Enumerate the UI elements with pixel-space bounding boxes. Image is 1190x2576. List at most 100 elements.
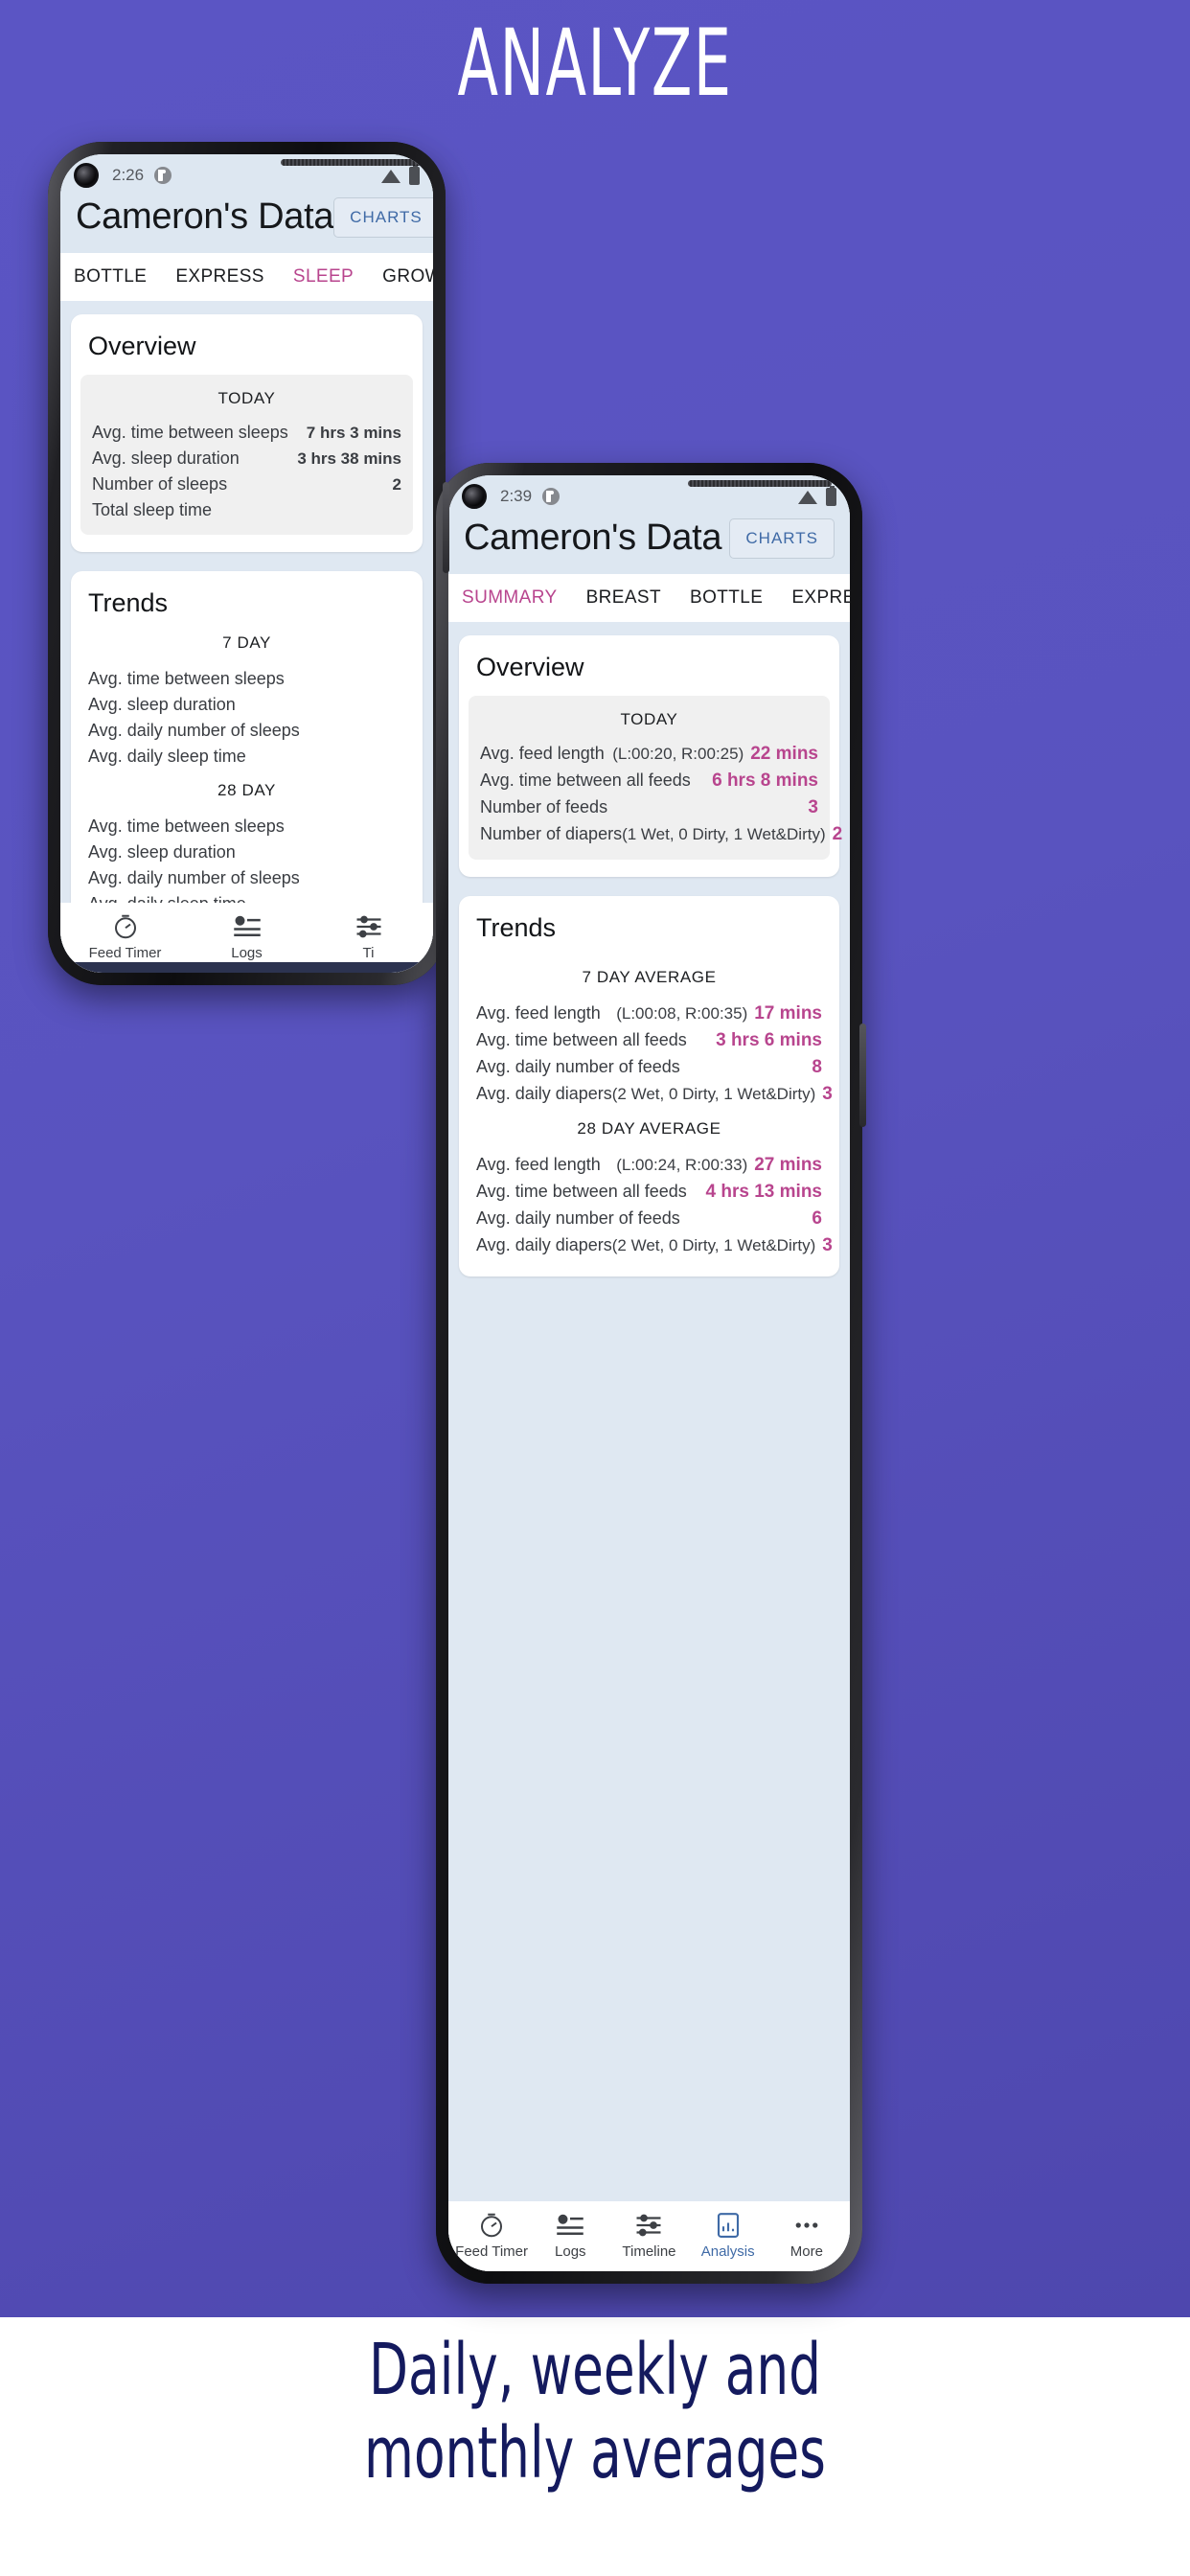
overview-row: Number of sleeps 2 <box>92 472 401 497</box>
charts-button[interactable]: CHARTS <box>729 518 835 559</box>
nav-label: Feed Timer <box>455 2243 529 2260</box>
row-sub-value: (L:00:24, R:00:33) <box>616 1156 748 1174</box>
status-clock: 2:26 <box>112 166 145 184</box>
system-navigation-bar <box>60 962 433 973</box>
trend-row: Avg. daily number of sleeps <box>88 718 405 744</box>
page-title: Cameron's Data <box>76 196 334 237</box>
nav-logs[interactable]: Logs <box>531 2211 609 2260</box>
tab-bottle[interactable]: BOTTLE <box>690 587 763 609</box>
overview-card: Overview TODAY Avg. time between sleeps … <box>71 314 423 552</box>
battery-icon <box>409 164 420 185</box>
trends-28day-label: 28 DAY <box>217 781 276 799</box>
row-sub-value: (L:00:20, R:00:25) <box>612 745 744 763</box>
nav-label: Ti <box>362 945 375 961</box>
nav-label: Timeline <box>622 2243 676 2260</box>
row-label: Avg. time between all feeds <box>480 770 691 790</box>
tab-bar: SUMMARY BREAST BOTTLE EXPRESS SLE <box>448 574 850 622</box>
wifi-icon <box>381 169 400 183</box>
analysis-icon <box>714 2211 743 2240</box>
overview-today-panel: TODAY Avg. time between sleeps 7 hrs 3 m… <box>80 375 413 535</box>
promo-screenshot: ANALYZE 2:26 Cameron's Data CHARTS BOTTL… <box>0 0 1190 2576</box>
wifi-icon <box>798 490 817 504</box>
tab-bar: BOTTLE EXPRESS SLEEP GROWTH MEDICAT <box>60 253 433 301</box>
row-label: Avg. daily number of sleeps <box>88 868 300 887</box>
hero-title: ANALYZE <box>457 10 733 117</box>
row-value: 27 mins <box>754 1155 822 1175</box>
trend-row: Avg. sleep duration <box>88 840 405 865</box>
row-label: Number of diapers <box>480 824 623 843</box>
row-value: 22 mins <box>750 744 818 764</box>
tab-summary[interactable]: SUMMARY <box>462 587 558 609</box>
tab-sleep[interactable]: SLEEP <box>293 266 354 288</box>
row-value: 7 hrs 3 mins <box>306 424 401 442</box>
nav-analysis[interactable]: Analysis <box>689 2211 767 2260</box>
notification-icon <box>542 488 561 505</box>
tab-bottle[interactable]: BOTTLE <box>74 266 147 288</box>
row-label: Avg. sleep duration <box>88 695 236 714</box>
overview-card: Overview TODAY Avg. feed length (L:00:20… <box>459 635 842 877</box>
row-label: Avg. sleep duration <box>88 842 236 862</box>
overview-row: Total sleep time <box>92 497 401 523</box>
nav-timeline[interactable]: Ti <box>332 912 404 961</box>
row-label: Avg. time between sleeps <box>88 669 285 688</box>
tab-growth[interactable]: GROWTH <box>382 266 433 288</box>
back-phone-screen: 2:26 Cameron's Data CHARTS BOTTLE EXPRES… <box>60 154 433 973</box>
row-label: Avg. time between sleeps <box>92 423 288 442</box>
row-label: Avg. daily number of feeds <box>476 1057 680 1076</box>
nav-logs[interactable]: Logs <box>210 912 283 961</box>
nav-feed-timer[interactable]: Feed Timer <box>88 912 161 961</box>
overview-period-label: TODAY <box>620 710 678 728</box>
row-label: Number of feeds <box>480 797 608 816</box>
row-value: 3 hrs 38 mins <box>297 449 401 468</box>
earpiece-speaker <box>688 480 832 487</box>
overview-row: Number of feeds 3 <box>480 794 818 821</box>
more-icon <box>792 2211 821 2240</box>
content-area: Overview TODAY Avg. time between sleeps … <box>60 301 433 973</box>
row-label: Avg. time between all feeds <box>476 1182 687 1201</box>
row-label: Avg. sleep duration <box>92 448 240 468</box>
nav-timeline[interactable]: Timeline <box>609 2211 688 2260</box>
power-button[interactable] <box>859 1024 866 1127</box>
nav-more[interactable]: More <box>767 2211 846 2260</box>
row-label: Avg. time between all feeds <box>476 1030 687 1049</box>
promo-caption: Daily, weekly and monthly averages <box>119 2329 1071 2496</box>
trend-row: Avg. time between all feeds 4 hrs 13 min… <box>476 1179 822 1206</box>
trends-7day-label: 7 DAY <box>222 633 271 652</box>
overview-today-panel: TODAY Avg. feed length (L:00:20, R:00:25… <box>469 696 842 860</box>
overview-row: Number of diapers (1 Wet, 0 Dirty, 1 Wet… <box>480 821 842 848</box>
timer-icon <box>111 912 140 941</box>
front-camera-icon <box>462 484 487 509</box>
trends-card: Trends 7 DAY Avg. time between sleeps Av… <box>71 571 423 934</box>
tab-breast[interactable]: BREAST <box>586 587 661 609</box>
row-sub-value: (1 Wet, 0 Dirty, 1 Wet&Dirty) <box>622 825 826 843</box>
row-label: Avg. daily diapers <box>476 1235 612 1254</box>
row-sub-value: (2 Wet, 0 Dirty, 1 Wet&Dirty) <box>611 1085 816 1103</box>
row-value: 2 <box>392 475 401 494</box>
row-label: Avg. daily sleep time <box>88 747 246 766</box>
overview-period-label: TODAY <box>217 389 276 407</box>
row-value: 2 <box>832 824 843 844</box>
trend-row: Avg. daily sleep time <box>88 744 405 770</box>
front-phone-screen: 2:39 Cameron's Data CHARTS SUMMARY BREAS… <box>448 475 850 2271</box>
timeline-icon <box>634 2211 663 2240</box>
earpiece-speaker <box>281 159 424 166</box>
tab-express[interactable]: EXPRESS <box>175 266 264 288</box>
trend-row: Avg. time between sleeps <box>88 814 405 840</box>
nav-feed-timer[interactable]: Feed Timer <box>452 2211 531 2260</box>
caption-line-1: Daily, weekly and <box>369 2329 821 2411</box>
row-label: Avg. daily number of sleeps <box>88 721 300 740</box>
row-value: 3 <box>808 797 818 817</box>
row-label: Avg. daily diapers <box>476 1084 612 1103</box>
tab-express[interactable]: EXPRESS <box>791 587 850 609</box>
power-button[interactable] <box>443 482 449 573</box>
nav-label: Feed Timer <box>88 945 162 961</box>
logs-icon <box>556 2211 584 2240</box>
front-camera-icon <box>74 163 99 188</box>
battery-icon <box>826 485 836 506</box>
trend-row: Avg. daily number of sleeps <box>88 865 405 891</box>
nav-label: More <box>790 2243 823 2260</box>
nav-label: Logs <box>231 945 263 961</box>
notification-icon <box>154 167 172 184</box>
overview-row: Avg. time between all feeds 6 hrs 8 mins <box>480 768 818 794</box>
charts-button[interactable]: CHARTS <box>333 196 433 238</box>
